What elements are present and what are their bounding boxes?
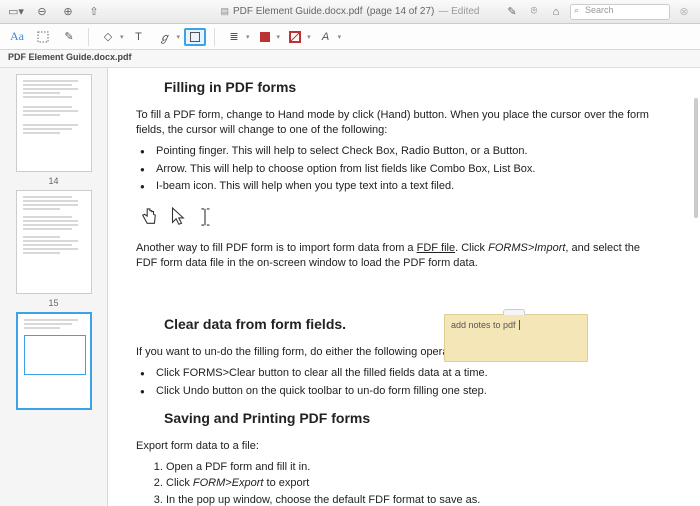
heading-filling: Filling in PDF forms [164, 78, 664, 98]
paragraph: Export form data to a file: [136, 439, 664, 454]
sidebar-toggle-icon[interactable]: ▭▾ [8, 4, 24, 20]
numbered-item: In the pop up window, choose the default… [166, 493, 664, 506]
note-tool[interactable] [184, 28, 206, 46]
select-tool[interactable] [32, 28, 54, 46]
scrollbar-thumb[interactable] [694, 98, 698, 218]
heading-clear: Clear data from form fields. [164, 315, 664, 335]
close-search-icon[interactable]: ⊗ [676, 4, 692, 20]
paragraph: To fill a PDF form, change to Hand mode … [136, 108, 664, 139]
ibeam-cursor-icon [196, 205, 214, 229]
bullet-item: Pointing finger. This will help to selec… [136, 144, 664, 159]
note-tab-icon [503, 309, 525, 315]
page-thumbnail-selected[interactable] [16, 312, 92, 410]
bullet-item: Click FORMS>Clear button to clear all th… [136, 366, 664, 381]
pointing-hand-icon [140, 205, 158, 229]
fill-color-tool[interactable] [254, 28, 276, 46]
shapes-tool[interactable]: ◇ [97, 28, 119, 46]
window-title-pageinfo: (page 14 of 27) [367, 6, 435, 17]
annotation-toolbar: Aa ✎ ◇▾ T ℊ▾ ≣▾ ▾ ▾ A▾ [0, 24, 700, 50]
bullet-item: Arrow. This will help to choose option f… [136, 162, 664, 177]
window-titlebar: ▭▾ ⊖ ⊕ ⇧ ▤ PDF Element Guide.docx.pdf (p… [0, 0, 700, 24]
thumbnail-sidebar: 14 15 [0, 68, 108, 506]
sign-tool[interactable]: ℊ [154, 28, 176, 46]
document-icon: ▤ [221, 6, 230, 17]
thumbnail-pagenum: 15 [48, 298, 58, 308]
stroke-color-tool[interactable] [284, 28, 306, 46]
document-tab[interactable]: PDF Element Guide.docx.pdf [0, 50, 700, 68]
thumbnail-pagenum: 14 [48, 176, 58, 186]
note-text: add notes to pdf [451, 320, 516, 330]
list-tool[interactable]: ≣ [223, 28, 245, 46]
paragraph: Another way to fill PDF form is to impor… [136, 241, 664, 272]
window-title-status: — Edited [438, 6, 479, 17]
page-thumbnail[interactable] [16, 190, 92, 294]
zoom-in-icon[interactable]: ⊕ [60, 4, 76, 20]
text-tool[interactable]: T [128, 28, 150, 46]
window-title-filename: PDF Element Guide.docx.pdf [233, 6, 363, 17]
cursor-examples [140, 205, 664, 229]
font-tool[interactable]: A [315, 28, 337, 46]
arrow-cursor-icon [168, 205, 186, 229]
page-thumbnail[interactable] [16, 74, 92, 172]
markup-icon[interactable]: ⌾ [526, 4, 542, 20]
zoom-out-icon[interactable]: ⊖ [34, 4, 50, 20]
edit-icon[interactable]: ✎ [504, 4, 520, 20]
numbered-item: Open a PDF form and fill it in. [166, 460, 664, 475]
search-input[interactable]: Search [570, 4, 670, 20]
bullet-item: I-beam icon. This will help when you typ… [136, 179, 664, 194]
draw-tool[interactable]: ✎ [58, 28, 80, 46]
toolbox-icon[interactable]: ⌂ [548, 4, 564, 20]
document-content: Filling in PDF forms To fill a PDF form,… [108, 68, 700, 506]
text-style-tool[interactable]: Aa [6, 28, 28, 46]
numbered-item: Click FORM>Export to export [166, 476, 664, 491]
share-icon[interactable]: ⇧ [86, 4, 102, 20]
heading-saving: Saving and Printing PDF forms [164, 409, 664, 429]
bullet-item: Click Undo button on the quick toolbar t… [136, 384, 664, 399]
sticky-note[interactable]: add notes to pdf [444, 314, 588, 362]
